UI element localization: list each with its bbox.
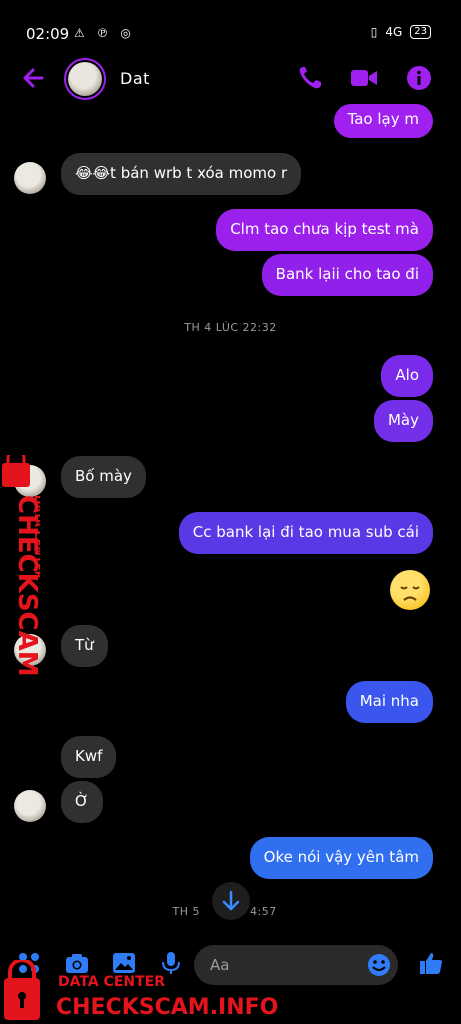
message-bubble-in[interactable]: Bố mày: [61, 456, 146, 498]
message-bubble-out[interactable]: Bank lạii cho tao đi: [261, 254, 433, 296]
message-bubble-out[interactable]: Oke nói vậy yên tâm: [249, 837, 433, 879]
info-icon[interactable]: [405, 64, 433, 92]
watermark-bottom-logo: DATA CENTER CHECKSCAM.INFO: [4, 960, 278, 1020]
message-bubble-out[interactable]: Clm tao chưa kịp test mà: [216, 209, 433, 251]
message-bubble-out[interactable]: Mai nha: [345, 681, 433, 723]
thumbs-up-icon[interactable]: [418, 950, 444, 976]
contact-mini-avatar: [14, 790, 46, 822]
status-right-icons: ▯ 4G 23: [371, 25, 431, 39]
scroll-to-bottom-button[interactable]: [212, 882, 250, 920]
sad-face-icon: [400, 586, 420, 601]
timestamp-divider-right: 4:57: [250, 905, 277, 918]
sad-emoji-message[interactable]: [390, 570, 430, 610]
notification-icons: ⚠ ℗ ◎: [74, 26, 135, 40]
message-bubble-out[interactable]: Alo: [381, 355, 433, 397]
back-arrow-icon[interactable]: [20, 64, 48, 92]
message-bubble-out[interactable]: Mày: [373, 400, 433, 442]
contact-avatar[interactable]: [68, 62, 102, 96]
phone-icon[interactable]: [296, 64, 324, 92]
message-bubble-in[interactable]: Ờ: [61, 781, 103, 823]
message-bubble-out[interactable]: Cc bank lại đi tao mua sub cái: [178, 512, 433, 554]
status-time: 02:09: [26, 25, 70, 43]
watermark-vertical-logo: CHECKSCAM.INFO DATA CENTER: [2, 455, 40, 675]
status-bar: 02:09 ⚠ ℗ ◎ ▯ 4G 23: [0, 0, 461, 60]
message-bubble-out[interactable]: Tao lạy m: [333, 104, 433, 138]
emoji-icon[interactable]: [366, 952, 392, 978]
battery-icon: 23: [410, 25, 431, 39]
contact-mini-avatar: [14, 162, 46, 194]
timestamp-divider-left: TH 5: [172, 905, 200, 918]
signal-icon: 4G: [385, 25, 403, 39]
message-bubble-in[interactable]: 😂😂t bán wrb t xóa momo r: [61, 153, 302, 195]
video-call-icon[interactable]: [350, 64, 378, 92]
arrow-down-icon: [222, 890, 240, 911]
contact-name[interactable]: Dat: [120, 69, 150, 88]
timestamp-divider: TH 4 LÚC 22:32: [184, 321, 277, 334]
watermark-bottom-brand: CHECKSCAM.INFO: [56, 995, 278, 1020]
watermark-bottom-sub: DATA CENTER: [58, 974, 165, 990]
message-bubble-in[interactable]: Từ: [61, 625, 108, 667]
vibrate-icon: ▯: [370, 25, 378, 39]
message-bubble-in[interactable]: Kwf: [61, 736, 117, 778]
watermark-vertical-sub: DATA CENTER: [32, 495, 40, 580]
